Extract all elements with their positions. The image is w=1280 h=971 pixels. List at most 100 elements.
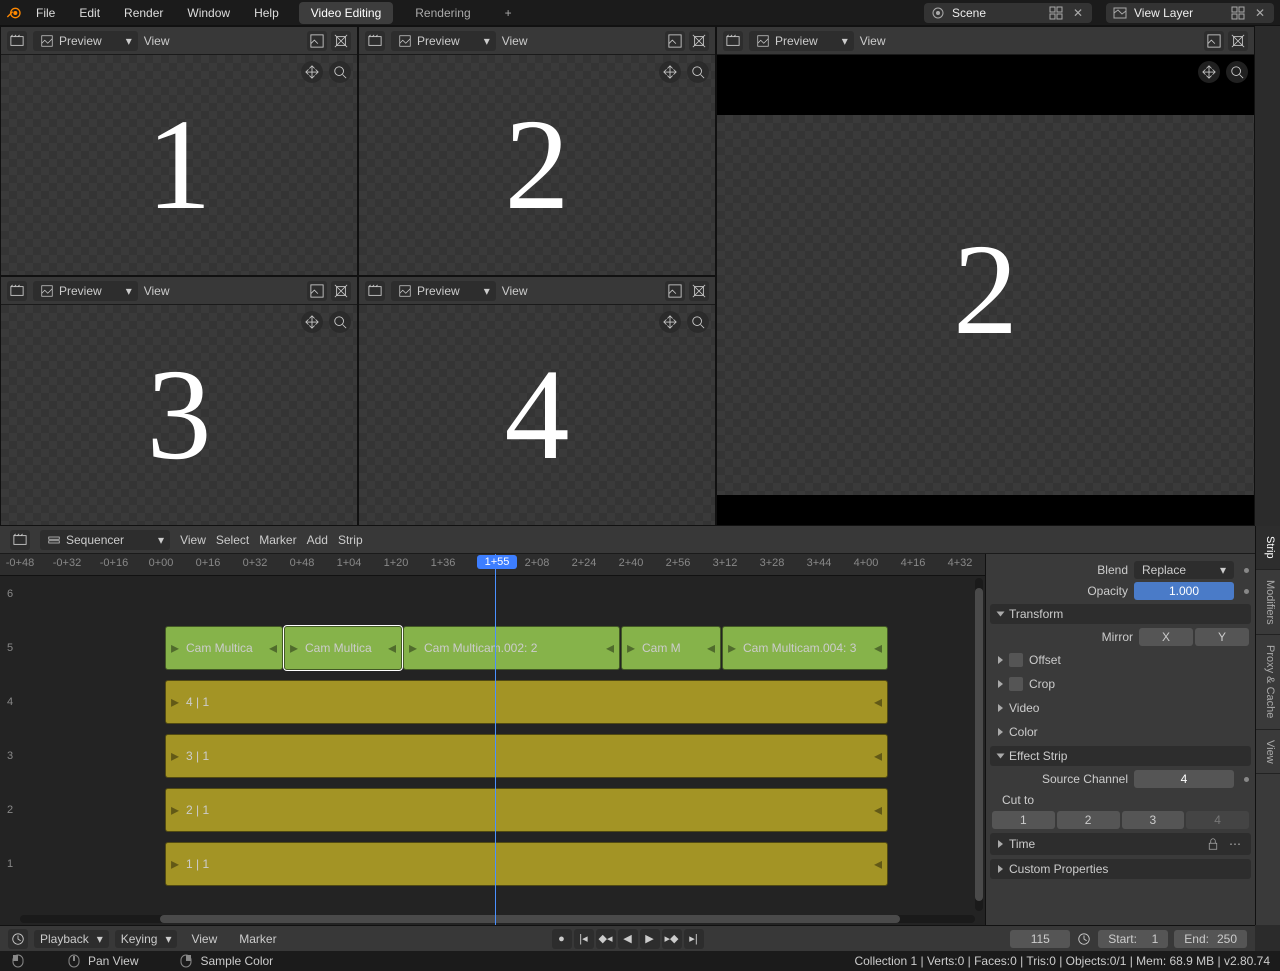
mirror-x-button[interactable]: X [1139, 628, 1193, 646]
workspace-tab-video-editing[interactable]: Video Editing [299, 2, 394, 24]
opacity-value[interactable]: 1.000 [1134, 582, 1234, 600]
preview-mode-dropdown[interactable]: Preview▾ [749, 31, 854, 51]
panel-time[interactable]: Time ⋯ [990, 833, 1251, 855]
strip-scene-2[interactable]: ▸2 | 1◂ [165, 788, 888, 832]
scene-selector[interactable]: ✕ [924, 3, 1092, 23]
panel-custom-props[interactable]: Custom Properties [990, 859, 1251, 879]
workspace-tab-rendering[interactable]: Rendering [403, 2, 482, 24]
strip-multicam-4[interactable]: ▸Cam M◂ [621, 626, 721, 670]
overlay-icon[interactable] [1204, 31, 1224, 51]
preview-2-canvas[interactable]: 2 [359, 55, 715, 275]
playhead[interactable]: 1+55 [495, 554, 496, 925]
preview-view-menu[interactable]: View [502, 34, 528, 48]
keying-dropdown[interactable]: Keying▾ [115, 930, 178, 948]
preview-mode-dropdown[interactable]: Preview▾ [391, 281, 496, 301]
preview-view-menu[interactable]: View [860, 34, 886, 48]
display-icon[interactable] [331, 31, 351, 51]
sidetab-view[interactable]: View [1256, 730, 1280, 775]
cut-to-2[interactable]: 2 [1057, 811, 1120, 829]
editor-type-icon[interactable] [723, 31, 743, 51]
clock-icon[interactable] [1076, 931, 1092, 947]
seq-menu-select[interactable]: Select [216, 533, 249, 547]
panel-crop[interactable]: Crop [990, 674, 1251, 694]
scene-browse-icon[interactable] [1048, 5, 1064, 21]
preview-view-menu[interactable]: View [144, 284, 170, 298]
seq-menu-add[interactable]: Add [307, 533, 328, 547]
display-icon[interactable] [689, 281, 709, 301]
panel-effect-strip[interactable]: Effect Strip [990, 746, 1251, 766]
menu-edit[interactable]: Edit [69, 2, 110, 24]
menu-render[interactable]: Render [114, 2, 173, 24]
workspace-tab-add[interactable]: + [493, 2, 524, 24]
offset-checkbox[interactable] [1009, 653, 1023, 667]
next-keyframe-button[interactable]: ▸◆ [662, 929, 682, 949]
menu-file[interactable]: File [26, 2, 65, 24]
sequencer-mode-dropdown[interactable]: Sequencer▾ [40, 530, 170, 550]
panel-color[interactable]: Color [990, 722, 1251, 742]
start-frame-input[interactable]: Start:1 [1098, 930, 1168, 948]
preview-view-menu[interactable]: View [144, 34, 170, 48]
sidetab-modifiers[interactable]: Modifiers [1256, 570, 1280, 636]
preview-1-canvas[interactable]: 1 [1, 55, 357, 275]
menu-window[interactable]: Window [177, 2, 240, 24]
jump-end-button[interactable]: ▸| [684, 929, 704, 949]
overlay-icon[interactable] [665, 31, 685, 51]
preview-mode-dropdown[interactable]: Preview▾ [391, 31, 496, 51]
crop-checkbox[interactable] [1009, 677, 1023, 691]
preview-4-canvas[interactable]: 4 [359, 305, 715, 525]
overlay-icon[interactable] [307, 31, 327, 51]
play-reverse-button[interactable]: ◀ [618, 929, 638, 949]
preview-main-canvas[interactable]: 2 [717, 55, 1254, 525]
cut-to-3[interactable]: 3 [1122, 811, 1185, 829]
panel-transform[interactable]: Transform [990, 604, 1251, 624]
keyframe-dot[interactable] [1244, 589, 1249, 594]
source-channel-value[interactable]: 4 [1134, 770, 1234, 788]
editor-type-icon[interactable] [7, 31, 27, 51]
preview-3-canvas[interactable]: 3 [1, 305, 357, 525]
viewlayer-browse-icon[interactable] [1230, 5, 1246, 21]
strip-scene-1[interactable]: ▸1 | 1◂ [165, 842, 888, 886]
blend-select[interactable]: Replace▾ [1134, 561, 1234, 579]
mirror-y-button[interactable]: Y [1195, 628, 1249, 646]
strip-multicam-1[interactable]: ▸Cam Multica◂ [165, 626, 283, 670]
seq-menu-strip[interactable]: Strip [338, 533, 363, 547]
menu-help[interactable]: Help [244, 2, 289, 24]
timeline[interactable]: -0+48-0+32-0+160+000+160+320+481+041+201… [0, 554, 985, 925]
display-icon[interactable] [689, 31, 709, 51]
lock-icon[interactable] [1205, 836, 1221, 852]
current-frame-input[interactable]: 115 [1010, 930, 1070, 948]
seq-menu-view[interactable]: View [180, 533, 206, 547]
cut-to-4[interactable]: 4 [1186, 811, 1249, 829]
viewlayer-name-input[interactable] [1134, 6, 1224, 20]
jump-start-button[interactable]: |◂ [574, 929, 594, 949]
play-button[interactable]: ▶ [640, 929, 660, 949]
strip-scene-4[interactable]: ▸4 | 1◂ [165, 680, 888, 724]
auto-keyframe-button[interactable]: ● [552, 929, 572, 949]
scene-close-icon[interactable]: ✕ [1070, 5, 1086, 21]
display-icon[interactable] [331, 281, 351, 301]
timeline-scroll-x[interactable] [20, 915, 975, 923]
editor-type-icon[interactable] [365, 281, 385, 301]
scene-name-input[interactable] [952, 6, 1042, 20]
sidetab-proxy[interactable]: Proxy & Cache [1256, 635, 1280, 729]
display-icon[interactable] [1228, 31, 1248, 51]
overlay-icon[interactable] [307, 281, 327, 301]
strip-multicam-3[interactable]: ▸Cam Multicam.002: 2◂ [403, 626, 620, 670]
panel-offset[interactable]: Offset [990, 650, 1251, 670]
timeline-scroll-y[interactable] [975, 578, 983, 911]
keyframe-dot[interactable] [1244, 568, 1249, 573]
panel-video[interactable]: Video [990, 698, 1251, 718]
strip-multicam-2[interactable]: ▸Cam Multica◂ [284, 626, 402, 670]
editor-type-icon[interactable] [7, 281, 27, 301]
bottom-marker-menu[interactable]: Marker [231, 930, 284, 948]
preview-mode-dropdown[interactable]: Preview▾ [33, 31, 138, 51]
strip-multicam-5[interactable]: ▸Cam Multicam.004: 3◂ [722, 626, 888, 670]
seq-menu-marker[interactable]: Marker [259, 533, 296, 547]
editor-type-icon[interactable] [10, 530, 30, 550]
overlay-icon[interactable] [665, 281, 685, 301]
preview-view-menu[interactable]: View [502, 284, 528, 298]
timeline-channels[interactable]: 6 5 4 3 2 1 ▸Cam Multica◂ ▸Cam Multica◂ … [0, 576, 985, 925]
viewlayer-close-icon[interactable]: ✕ [1252, 5, 1268, 21]
prev-keyframe-button[interactable]: ◆◂ [596, 929, 616, 949]
editor-type-icon[interactable] [365, 31, 385, 51]
